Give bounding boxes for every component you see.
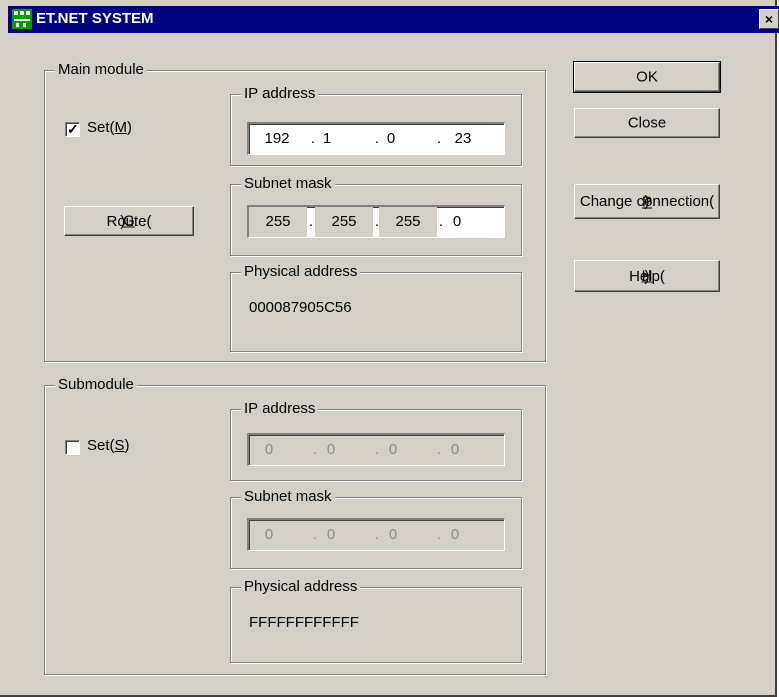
sub-physical-label: Physical address	[241, 578, 361, 596]
main-subnet-group: Subnet mask 255 . 255 . 255 . 0	[230, 175, 522, 256]
title-bar[interactable]: ET.NET SYSTEM ×	[8, 6, 779, 33]
main-physical-group: Physical address 000087905C56	[230, 263, 522, 352]
ip-octet: 0	[326, 441, 336, 458]
subnet-octet: 255	[315, 207, 373, 237]
check-mark-icon: ✓	[67, 121, 79, 137]
app-icon	[12, 9, 32, 29]
sub-physical-value: FFFFFFFFFFFF	[249, 614, 359, 631]
ip-octet: 0	[264, 441, 274, 458]
dialog-window: ET.NET SYSTEM × Main module ✓ Set(M) Rou…	[0, 0, 779, 697]
ip-octet: 0	[386, 130, 396, 147]
main-physical-label: Physical address	[241, 263, 361, 281]
subnet-octet: 255	[379, 207, 437, 237]
route-button[interactable]: Route(G)...	[64, 206, 194, 236]
subnet-octet: 255	[249, 207, 307, 237]
help-button[interactable]: Help(H)	[574, 260, 720, 292]
sub-ip-label: IP address	[241, 400, 319, 418]
sub-ip-group: IP address 0 . 0 . 0 . 0	[230, 400, 522, 481]
change-connection-button[interactable]: Change connection(P)	[574, 184, 720, 219]
subnet-octet: 0	[264, 526, 274, 543]
sub-ip-input[interactable]: 0 . 0 . 0 . 0	[247, 433, 505, 466]
main-set-label[interactable]: Set(M)	[87, 119, 132, 136]
main-ip-label: IP address	[241, 85, 319, 103]
main-module-label: Main module	[55, 61, 147, 79]
main-subnet-label: Subnet mask	[241, 175, 335, 193]
main-subnet-input[interactable]: 255 . 255 . 255 . 0	[247, 205, 505, 238]
main-ip-group: IP address 192 . 1 . 0 . 23	[230, 85, 522, 166]
sub-subnet-label: Subnet mask	[241, 488, 335, 506]
ip-octet: 192	[264, 130, 290, 147]
main-module-group: Main module ✓ Set(M) Route(G)... IP addr…	[44, 61, 546, 362]
ip-octet: 1	[322, 130, 332, 147]
submodule-label: Submodule	[55, 376, 137, 394]
main-physical-value: 000087905C56	[249, 299, 352, 316]
sub-subnet-group: Subnet mask 0 . 0 . 0 . 0	[230, 488, 522, 569]
sub-physical-group: Physical address FFFFFFFFFFFF	[230, 578, 522, 663]
close-button[interactable]: Close	[574, 108, 720, 138]
subnet-octet: 0	[326, 526, 336, 543]
subnet-octet: 0	[388, 526, 398, 543]
subnet-octet: 0	[452, 213, 462, 230]
main-ip-input[interactable]: 192 . 1 . 0 . 23	[247, 122, 505, 155]
window-title: ET.NET SYSTEM	[36, 10, 154, 27]
submodule-group: Submodule Set(S) IP address 0 . 0 . 0 . …	[44, 376, 546, 675]
sub-subnet-input[interactable]: 0 . 0 . 0 . 0	[247, 518, 505, 551]
subnet-octet: 0	[450, 526, 460, 543]
main-set-checkbox[interactable]: ✓	[65, 121, 80, 137]
ip-octet: 0	[388, 441, 398, 458]
ip-octet: 23	[454, 130, 472, 147]
ok-button[interactable]: OK	[573, 61, 721, 93]
ip-octet: 0	[450, 441, 460, 458]
sub-set-checkbox[interactable]	[65, 440, 80, 455]
sub-set-label[interactable]: Set(S)	[87, 437, 130, 454]
close-icon[interactable]: ×	[759, 9, 779, 29]
